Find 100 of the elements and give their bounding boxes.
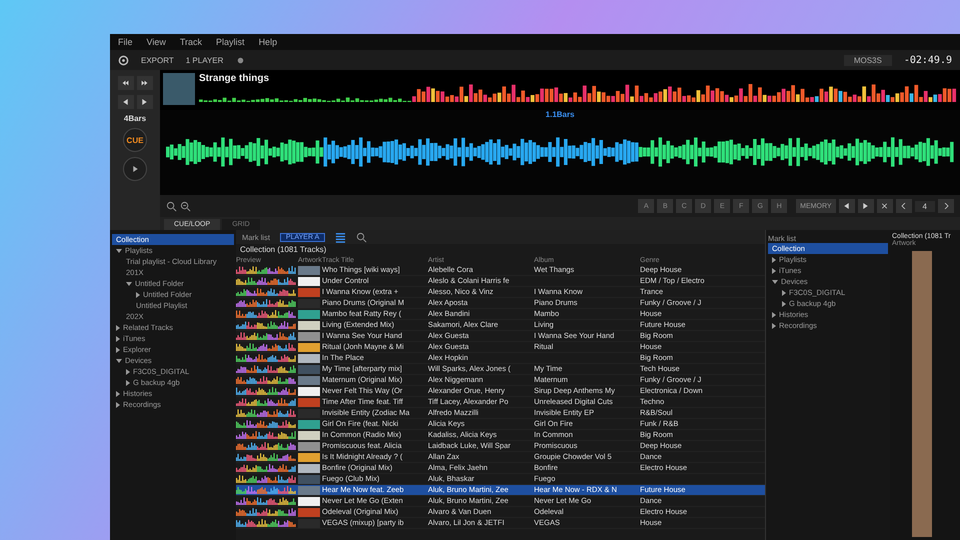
artwork-placeholder [298,398,320,406]
artwork-placeholder [298,310,320,318]
expand-arrow-icon[interactable] [772,312,776,318]
artwork-placeholder [298,332,320,340]
preview-waveform [236,409,296,417]
artwork-placeholder [298,376,320,384]
preview-waveform [236,266,296,274]
preview-waveform [236,453,296,461]
settings-icon[interactable] [118,54,129,66]
expand-arrow-icon[interactable] [116,336,120,342]
artwork-placeholder [298,508,320,516]
expand-arrow-icon[interactable] [772,268,776,274]
beat-size-label[interactable]: 4Bars [124,114,146,123]
preview-waveform [236,519,296,527]
overview-waveform[interactable] [199,84,957,102]
preview-waveform [236,354,296,362]
expand-arrow-icon[interactable] [126,380,130,386]
menu-item[interactable]: Help [258,37,278,47]
play-icon [132,166,138,172]
preview-waveform [236,365,296,373]
expand-arrow-icon[interactable] [782,300,786,306]
search-back-button[interactable] [118,95,134,109]
zoom-in-icon[interactable] [166,200,177,212]
preview-waveform [236,288,296,296]
collection-title: Collection (1081 Tracks) [239,244,328,255]
expand-arrow-icon[interactable] [126,282,132,286]
artwork-placeholder [298,496,320,506]
preview-waveform [236,387,296,395]
artwork-placeholder [298,320,320,330]
preview-waveform [236,420,296,428]
fast-forward-icon [141,80,148,86]
preview-waveform [236,277,296,285]
expand-arrow-icon[interactable] [116,248,122,252]
zoom-out-icon[interactable] [180,200,191,212]
next-cue-button[interactable] [858,199,874,213]
preview-waveform [236,486,296,494]
next-track-button[interactable] [136,76,152,90]
artwork-placeholder [298,386,320,396]
artwork-placeholder [298,288,320,296]
menu-item[interactable]: Track [180,37,202,47]
track-label: MOS3S [844,54,892,66]
remaining-time: -02:49.9 [904,54,952,66]
cue-button[interactable]: CUE [123,128,147,152]
track-title: Strange things [199,73,270,84]
bar-position-label: 1.1Bars [546,110,574,119]
previous-cue-button[interactable] [838,199,855,213]
artwork-placeholder [298,354,320,362]
artwork-placeholder [298,408,320,418]
preview-waveform [236,442,296,450]
expand-arrow-icon[interactable] [126,368,130,374]
chevron-right-icon [942,203,950,209]
preview-waveform [236,332,296,340]
expand-arrow-icon[interactable] [116,346,120,352]
preview-waveform [236,310,296,318]
artwork-placeholder [298,486,320,494]
play-button[interactable] [123,157,147,181]
jump-forward-button[interactable] [938,199,954,213]
expand-arrow-icon[interactable] [116,402,120,408]
preview-waveform [236,398,296,406]
artwork-placeholder [298,442,320,450]
menu-item[interactable]: File [118,37,133,47]
jump-back-button[interactable] [896,199,912,213]
beat-jump-value: 4 [914,200,935,212]
expand-arrow-icon[interactable] [116,324,120,330]
preview-waveform [236,431,296,439]
left-triangle-icon [843,203,850,209]
artwork-placeholder [298,464,320,472]
preview-waveform [236,508,296,516]
expand-arrow-icon[interactable] [116,390,120,396]
previous-track-button[interactable] [118,76,134,90]
artwork-placeholder [298,298,320,308]
right-triangle-icon [141,99,148,105]
expand-arrow-icon[interactable] [772,322,776,328]
left-triangle-icon [122,99,129,105]
player-mode-select[interactable]: 1 PLAYER [186,56,224,64]
artwork-placeholder [298,276,320,286]
search-icon[interactable] [356,232,368,242]
preview-waveform [236,464,296,472]
search-forward-button[interactable] [136,95,152,109]
artwork-placeholder [298,518,320,528]
expand-arrow-icon[interactable] [772,280,778,284]
menu-item[interactable]: View [146,37,166,47]
expand-arrow-icon[interactable] [772,256,776,262]
expand-arrow-icon[interactable] [116,358,122,362]
preview-waveform [236,475,296,483]
export-mode-select[interactable]: EXPORT [141,56,174,64]
expand-arrow-icon[interactable] [136,292,140,298]
expand-arrow-icon[interactable] [782,290,786,296]
right-triangle-icon [862,203,870,209]
artwork-placeholder [298,452,320,462]
list-view-icon[interactable] [335,232,346,242]
artwork-placeholder [298,342,320,352]
album-art-placeholder [163,73,195,105]
artwork-placeholder [298,364,320,374]
rewind-icon [122,80,129,86]
artwork-placeholder [298,266,320,274]
chevron-left-icon [900,203,908,209]
delete-cue-button[interactable] [876,199,893,213]
preview-waveform [236,343,296,351]
menu-item[interactable]: Playlist [216,37,245,47]
